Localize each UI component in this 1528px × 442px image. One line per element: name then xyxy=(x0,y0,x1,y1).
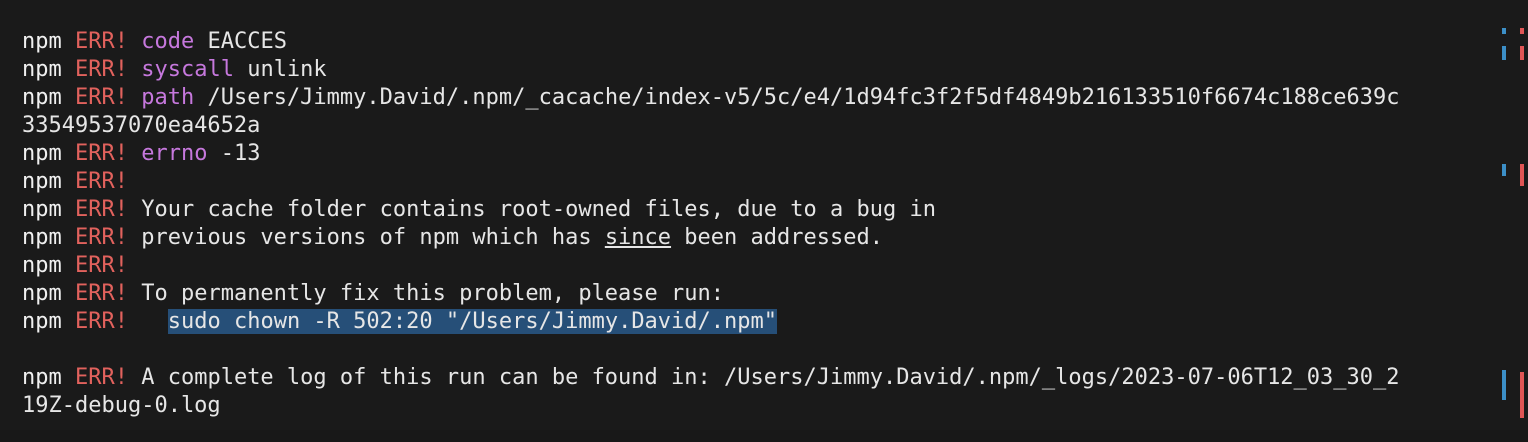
status-bar xyxy=(0,430,1528,442)
terminal-line: npm ERR! xyxy=(22,252,1492,280)
npm-prefix: npm xyxy=(22,29,62,54)
npm-prefix: npm xyxy=(22,309,62,334)
ruler-marker xyxy=(1520,372,1524,418)
npm-prefix: npm xyxy=(22,253,62,278)
message-text: A complete log of this run can be found … xyxy=(127,365,1400,390)
error-key: path xyxy=(141,85,195,110)
message-text: been addressed. xyxy=(671,225,883,250)
npm-prefix: npm xyxy=(22,365,62,390)
err-tag: ERR! xyxy=(75,85,128,110)
err-tag: ERR! xyxy=(75,309,128,334)
error-key: code xyxy=(141,29,195,54)
wrapped-text: 19Z-debug-0.log xyxy=(22,393,221,418)
ruler-marker xyxy=(1502,46,1506,60)
terminal-line: npm ERR! A complete log of this run can … xyxy=(22,364,1492,392)
err-tag: ERR! xyxy=(75,281,128,306)
underlined-word: since xyxy=(604,225,672,250)
ruler-marker xyxy=(1520,46,1524,60)
terminal-line: 33549537070ea4652a xyxy=(22,112,1492,140)
terminal-panel[interactable]: npm ERR! code EACCES npm ERR! syscall un… xyxy=(0,0,1528,430)
terminal-line: npm ERR! syscall unlink xyxy=(22,56,1492,84)
terminal-line: npm ERR! path /Users/Jimmy.David/.npm/_c… xyxy=(22,84,1492,112)
message-text: Your cache folder contains root-owned fi… xyxy=(127,197,936,222)
message-text: To permanently fix this problem, please … xyxy=(127,281,725,306)
err-tag: ERR! xyxy=(75,225,128,250)
err-tag: ERR! xyxy=(75,197,128,222)
npm-prefix: npm xyxy=(22,57,62,82)
terminal-line: npm ERR! xyxy=(22,168,1492,196)
error-value: EACCES xyxy=(194,29,287,54)
err-tag: ERR! xyxy=(75,253,128,278)
terminal-line: npm ERR! sudo chown -R 502:20 "/Users/Ji… xyxy=(22,308,1492,336)
wrapped-text: 33549537070ea4652a xyxy=(22,113,261,138)
overview-ruler[interactable] xyxy=(1498,0,1528,430)
error-value: -13 xyxy=(207,141,261,166)
npm-prefix: npm xyxy=(22,225,62,250)
err-tag: ERR! xyxy=(75,141,128,166)
terminal-line: npm ERR! code EACCES xyxy=(22,28,1492,56)
ruler-marker xyxy=(1520,164,1524,186)
terminal-line: npm ERR! previous versions of npm which … xyxy=(22,224,1492,252)
terminal-line: npm ERR! To permanently fix this problem… xyxy=(22,280,1492,308)
npm-prefix: npm xyxy=(22,85,62,110)
ruler-marker xyxy=(1502,164,1506,176)
error-value: /Users/Jimmy.David/.npm/_cacache/index-v… xyxy=(194,85,1400,110)
ruler-marker xyxy=(1520,28,1524,34)
terminal-line: 19Z-debug-0.log xyxy=(22,392,1492,420)
ruler-marker xyxy=(1502,370,1506,400)
npm-prefix: npm xyxy=(22,281,62,306)
ruler-marker xyxy=(1502,28,1506,34)
terminal-line: npm ERR! errno -13 xyxy=(22,140,1492,168)
terminal-line: npm ERR! Your cache folder contains root… xyxy=(22,196,1492,224)
message-text: previous versions of npm which has xyxy=(127,225,605,250)
npm-prefix: npm xyxy=(22,169,62,194)
err-tag: ERR! xyxy=(75,365,128,390)
npm-prefix: npm xyxy=(22,141,62,166)
npm-prefix: npm xyxy=(22,197,62,222)
err-tag: ERR! xyxy=(75,57,128,82)
err-tag: ERR! xyxy=(75,29,128,54)
error-key: syscall xyxy=(141,57,234,82)
terminal-output[interactable]: npm ERR! code EACCES npm ERR! syscall un… xyxy=(22,28,1492,420)
err-tag: ERR! xyxy=(75,169,128,194)
error-key: errno xyxy=(141,141,208,166)
error-value: unlink xyxy=(233,57,327,82)
selected-command[interactable]: sudo chown -R 502:20 "/Users/Jimmy.David… xyxy=(167,309,778,334)
